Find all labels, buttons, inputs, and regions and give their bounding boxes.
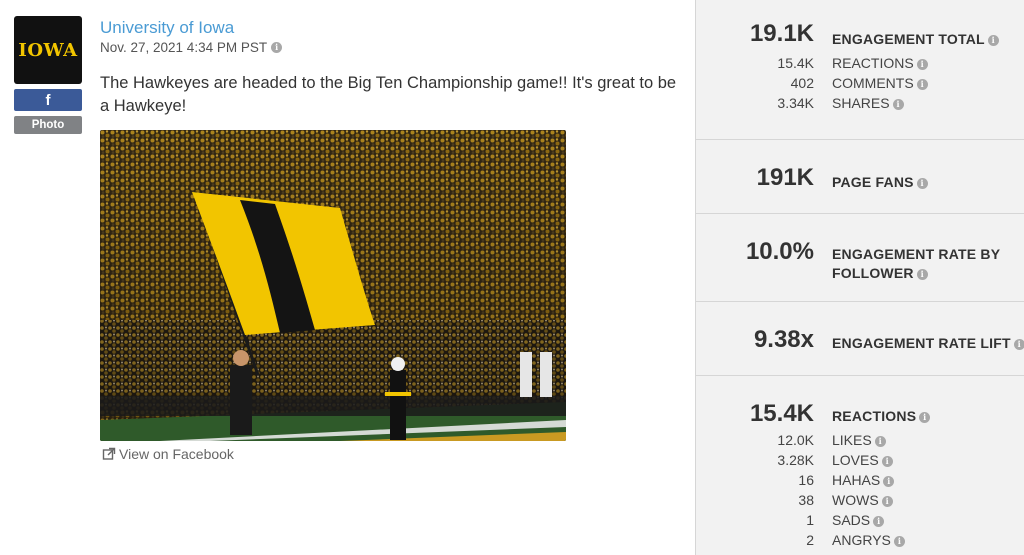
metric-value: 402 — [790, 75, 814, 91]
metric-label: LIKES i — [832, 432, 886, 448]
metric-label-text: SADS — [832, 512, 871, 528]
metric-value: 1 — [806, 512, 814, 528]
metric-value: 3.34K — [777, 95, 814, 111]
metric-row-angrys: 2 ANGRYS i — [696, 532, 1024, 552]
page-fans-value: 191K — [756, 164, 814, 191]
page-fans-label: PAGE FANS i — [832, 173, 928, 192]
info-icon[interactable]: i — [271, 42, 283, 53]
metric-row-reactions: 15.4K REACTIONS i — [696, 55, 1024, 75]
metric-label-text: LIKES — [832, 432, 872, 448]
engagement-lift-label: ENGAGEMENT RATE LIFT i — [832, 334, 1024, 353]
info-icon[interactable]: i — [893, 535, 905, 547]
engagement-lift-value: 9.38x — [753, 326, 814, 353]
metrics-panel: 19.1K ENGAGEMENT TOTAL i 15.4K REACTIONS i… — [695, 0, 1024, 555]
page-fans-section: 191K PAGE FANS i — [696, 140, 1024, 214]
info-icon[interactable]: i — [883, 475, 895, 487]
logo-text: IOWA — [18, 39, 78, 61]
reactions-section: 15.4K REACTIONS i 12.0K LIKES i 3.28K LOVE… — [696, 376, 1024, 555]
info-icon[interactable]: i — [874, 435, 886, 447]
metric-row-comments: 402 COMMENTS i — [696, 75, 1024, 95]
post-card: IOWA f Photo University of Iowa Nov. 27,… — [0, 0, 695, 555]
engagement-lift-text: ENGAGEMENT RATE LIFT — [832, 335, 1011, 351]
author-name[interactable]: University of Iowa — [100, 18, 234, 38]
metric-value: 16 — [798, 472, 814, 488]
info-icon[interactable]: i — [916, 177, 928, 189]
post-date-text: Nov. 27, 2021 4:34 PM PST — [100, 40, 268, 55]
view-link-label: View on Facebook — [119, 446, 234, 462]
info-icon[interactable]: i — [916, 268, 928, 280]
engagement-rate-section: 10.0% ENGAGEMENT RATE BY FOLLOWER i — [696, 214, 1024, 302]
info-icon[interactable]: i — [916, 58, 928, 70]
engagement-rate-value: 10.0% — [745, 238, 814, 265]
reactions-value: 15.4K — [749, 400, 814, 427]
metric-row-wows: 38 WOWS i — [696, 492, 1024, 512]
account-logo[interactable]: IOWA — [14, 16, 82, 84]
metric-label-text: ANGRYS — [832, 532, 891, 548]
engagement-rate-text: ENGAGEMENT RATE BY FOLLOWER — [832, 246, 1000, 281]
info-icon[interactable]: i — [881, 495, 893, 507]
metric-label-text: SHARES — [832, 95, 890, 111]
post-type-badge: Photo — [14, 116, 82, 134]
engagement-lift-section: 9.38x ENGAGEMENT RATE LIFT i — [696, 302, 1024, 376]
metric-row-hahas: 16 HAHAS i — [696, 472, 1024, 492]
info-icon[interactable]: i — [916, 78, 928, 90]
metric-label: REACTIONS i — [832, 55, 928, 71]
metric-row-loves: 3.28K LOVES i — [696, 452, 1024, 472]
metric-value: 3.28K — [777, 452, 814, 468]
metric-label-text: COMMENTS — [832, 75, 914, 91]
metric-label: WOWS i — [832, 492, 893, 508]
metric-value: 38 — [798, 492, 814, 508]
info-icon[interactable]: i — [919, 411, 931, 423]
engagement-total-label: ENGAGEMENT TOTAL i — [832, 30, 999, 49]
metric-value: 12.0K — [777, 432, 814, 448]
engagement-total-section: 19.1K ENGAGEMENT TOTAL i 15.4K REACTIONS i… — [696, 0, 1024, 140]
info-icon[interactable]: i — [987, 34, 999, 46]
info-icon[interactable]: i — [1013, 338, 1024, 350]
metric-value: 15.4K — [777, 55, 814, 71]
metric-label-text: HAHAS — [832, 472, 881, 488]
metric-label: HAHAS i — [832, 472, 895, 488]
metric-label: COMMENTS i — [832, 75, 928, 91]
metric-label-text: WOWS — [832, 492, 879, 508]
info-icon[interactable]: i — [881, 455, 893, 467]
info-icon[interactable]: i — [892, 98, 904, 110]
metric-label-text: REACTIONS — [832, 55, 914, 71]
facebook-icon: f — [14, 89, 82, 111]
metric-label: SHARES i — [832, 95, 904, 111]
post-message: The Hawkeyes are headed to the Big Ten C… — [100, 74, 677, 115]
reactions-label: REACTIONS i — [832, 407, 931, 426]
page-fans-text: PAGE FANS — [832, 174, 914, 190]
external-link-icon — [102, 447, 116, 460]
metric-label: SADS i — [832, 512, 885, 528]
metric-label: LOVES i — [832, 452, 893, 468]
facebook-glyph: f — [45, 91, 51, 109]
post-type-label: Photo — [31, 119, 65, 131]
metric-row-shares: 3.34K SHARES i — [696, 95, 1024, 115]
metric-row-sads: 1 SADS i — [696, 512, 1024, 532]
engagement-rate-label: ENGAGEMENT RATE BY FOLLOWER i — [832, 245, 1012, 283]
view-on-facebook-link[interactable]: View on Facebook — [102, 446, 234, 462]
engagement-total-text: ENGAGEMENT TOTAL — [832, 31, 985, 47]
post-photo[interactable] — [100, 130, 566, 441]
metric-value: 2 — [806, 532, 814, 548]
reactions-text: REACTIONS — [832, 408, 917, 424]
info-icon[interactable]: i — [873, 515, 885, 527]
metric-label-text: LOVES — [832, 452, 879, 468]
metric-label: ANGRYS i — [832, 532, 905, 548]
post-date: Nov. 27, 2021 4:34 PM PST i — [100, 40, 283, 55]
engagement-total-value: 19.1K — [749, 20, 814, 47]
metric-row-likes: 12.0K LIKES i — [696, 432, 1024, 452]
stadium-crowd-image — [100, 130, 566, 441]
